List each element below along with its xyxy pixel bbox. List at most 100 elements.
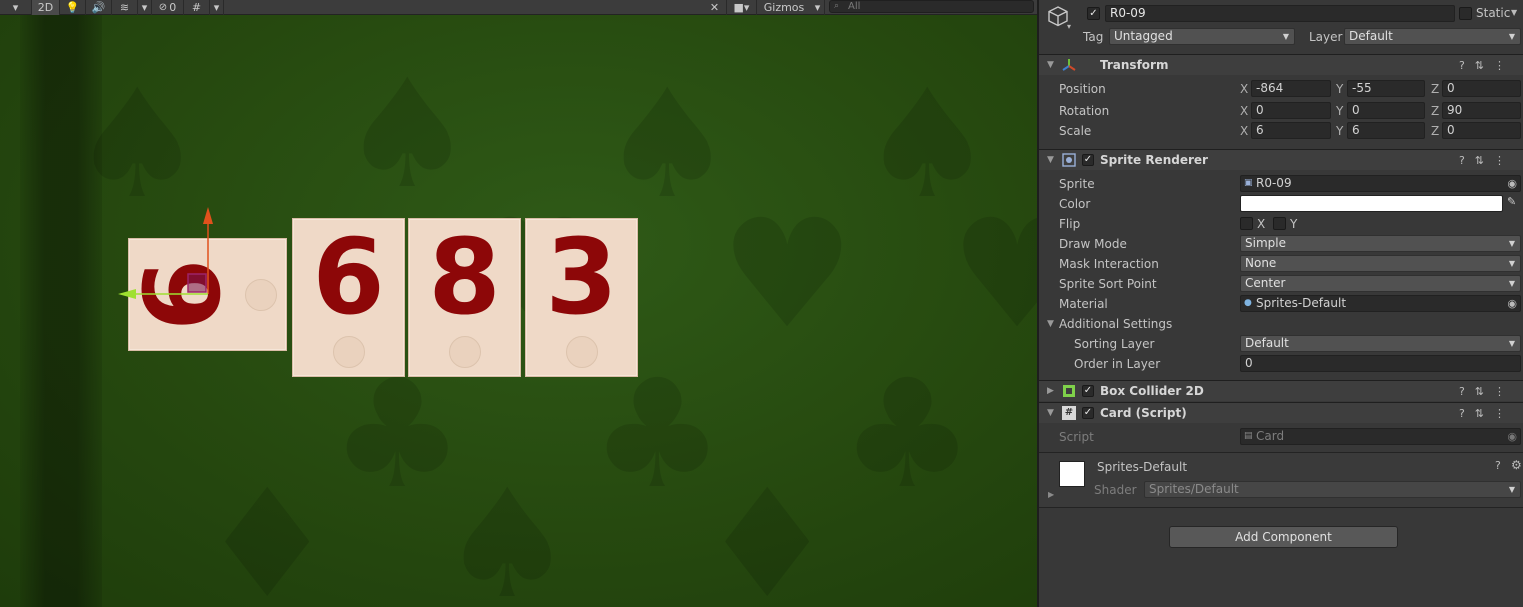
spade-pattern-icon: ♠ [70, 58, 205, 232]
move-gizmo[interactable] [110, 200, 220, 310]
card-dot [333, 336, 365, 368]
component-tools[interactable]: ?⇅⋮ [1459, 407, 1515, 420]
component-tools[interactable]: ?⇅⋮ [1459, 385, 1515, 398]
gizmos-label: Gizmos [763, 0, 805, 14]
foldout-arrow-icon[interactable]: ▼ [1047, 60, 1054, 70]
effects-icon[interactable]: ≋ [112, 0, 138, 15]
tag-label: Tag [1083, 30, 1104, 44]
static-checkbox[interactable] [1459, 7, 1472, 20]
audio-icon[interactable]: 🔊 [86, 0, 112, 15]
component-tools[interactable]: ?⇅⋮ [1459, 59, 1515, 72]
foldout-arrow-icon[interactable]: ▼ [1047, 155, 1054, 165]
rotation-y-field[interactable]: 0 [1347, 102, 1425, 119]
transform-header[interactable]: ▼ Transform ?⇅⋮ [1039, 54, 1523, 75]
component-tools[interactable]: ?⇅⋮ [1459, 154, 1515, 167]
script-file-icon: ▤ [1244, 431, 1253, 441]
card-sprite[interactable]: 3 [525, 218, 638, 377]
card-dot [566, 336, 598, 368]
object-active-checkbox[interactable]: ✓ [1087, 7, 1100, 20]
add-component-button[interactable]: Add Component [1169, 526, 1398, 548]
effects-dropdown-icon[interactable]: ▾ [138, 0, 152, 15]
foldout-arrow-icon[interactable]: ▶ [1047, 386, 1054, 396]
material-object-field[interactable]: ● Sprites-Default ◉ [1240, 295, 1521, 312]
mask-interaction-dropdown[interactable]: None [1240, 255, 1521, 272]
scene-search-input[interactable]: ⌕ All [829, 0, 1034, 13]
object-picker-icon[interactable]: ◉ [1507, 296, 1517, 311]
rotation-x-label: X [1240, 104, 1249, 118]
box-collider-enabled-checkbox[interactable]: ✓ [1082, 385, 1094, 397]
card-script-header[interactable]: ▼ # ✓ Card (Script) ?⇅⋮ [1039, 402, 1523, 423]
gizmo-x-arrow-icon[interactable] [118, 289, 136, 299]
foldout-arrow-icon[interactable]: ▼ [1047, 408, 1054, 418]
scale-x-label: X [1240, 124, 1249, 138]
shader-label: Shader [1094, 483, 1137, 497]
flip-x-label: X [1257, 217, 1266, 231]
gizmo-y-arrow-icon[interactable] [203, 207, 213, 224]
scene-toolbar: ▾ 2D 💡 🔊 ≋ ▾ ⊘ 0 # ▾ ✕ ■▾ Gizmos ▾ ⌕ All [0, 0, 1037, 15]
heart-pattern-icon: ♥ [950, 188, 1037, 362]
rotation-x-field[interactable]: 0 [1251, 102, 1331, 119]
camera-icon[interactable]: ■▾ [727, 0, 757, 15]
position-y-field[interactable]: -55 [1347, 80, 1425, 97]
card-sprite[interactable]: 6 [292, 218, 405, 377]
card-sprite[interactable]: 8 [408, 218, 521, 377]
shading-mode-dropdown[interactable]: ▾ [0, 0, 32, 15]
hidden-count: 0 [169, 0, 177, 14]
scale-x-field[interactable]: 6 [1251, 122, 1331, 139]
sprite-sort-point-dropdown[interactable]: Center [1240, 275, 1521, 292]
tools-icon[interactable]: ✕ [703, 0, 727, 15]
scale-label: Scale [1059, 124, 1092, 138]
grid-dropdown-icon[interactable]: ▾ [210, 0, 224, 15]
flip-y-checkbox[interactable] [1273, 217, 1286, 230]
scale-z-label: Z [1431, 124, 1440, 138]
material-settings-gear-icon[interactable]: ⚙ [1511, 458, 1522, 472]
material-preview-thumbnail [1059, 461, 1085, 487]
hidden-objects-toggle[interactable]: ⊘ 0 [152, 0, 184, 15]
additional-settings-foldout-icon[interactable]: ▼ [1047, 319, 1054, 329]
object-name-field[interactable]: R0-09 [1105, 5, 1455, 22]
order-in-layer-field[interactable]: 0 [1240, 355, 1521, 372]
sprite-object-field[interactable]: ▣ R0-09 ◉ [1240, 175, 1521, 192]
object-picker-icon: ◉ [1507, 430, 1517, 443]
order-in-layer-label: Order in Layer [1074, 357, 1161, 371]
sprite-renderer-header[interactable]: ▼ ✓ Sprite Renderer ?⇅⋮ [1039, 149, 1523, 170]
sprite-sort-point-label: Sprite Sort Point [1059, 277, 1157, 291]
sprite-renderer-title: Sprite Renderer [1100, 153, 1208, 167]
gizmos-dropdown-icon[interactable]: ▾ [811, 0, 825, 15]
object-picker-icon[interactable]: ◉ [1507, 176, 1517, 191]
static-label: Static [1476, 6, 1511, 20]
grid-icon[interactable]: # [184, 0, 210, 15]
flip-label: Flip [1059, 217, 1081, 231]
flip-y-label: Y [1290, 217, 1298, 231]
position-x-label: X [1240, 82, 1249, 96]
draw-mode-dropdown[interactable]: Simple [1240, 235, 1521, 252]
material-help-icon[interactable]: ? [1495, 459, 1501, 472]
sorting-layer-dropdown[interactable]: Default [1240, 335, 1521, 352]
lighting-icon[interactable]: 💡 [60, 0, 86, 15]
card-script-enabled-checkbox[interactable]: ✓ [1082, 407, 1094, 419]
eyedropper-icon[interactable]: ✎ [1507, 195, 1516, 208]
scene-view[interactable]: ▾ 2D 💡 🔊 ≋ ▾ ⊘ 0 # ▾ ✕ ■▾ Gizmos ▾ ⌕ All [0, 0, 1037, 607]
object-icon-dropdown[interactable]: ▾ [1067, 22, 1071, 31]
scale-y-field[interactable]: 6 [1347, 122, 1425, 139]
2d-mode-toggle[interactable]: 2D [32, 0, 60, 15]
scale-y-label: Y [1336, 124, 1344, 138]
gizmo-plane-handle[interactable] [187, 273, 207, 293]
heart-pattern-icon: ♥ [720, 188, 855, 362]
box-collider-header[interactable]: ▶ ✓ Box Collider 2D ?⇅⋮ [1039, 380, 1523, 401]
flip-x-checkbox[interactable] [1240, 217, 1253, 230]
color-swatch[interactable] [1240, 195, 1503, 212]
material-label: Material [1059, 297, 1108, 311]
position-x-field[interactable]: -864 [1251, 80, 1331, 97]
sprite-renderer-enabled-checkbox[interactable]: ✓ [1082, 154, 1094, 166]
scale-z-field[interactable]: 0 [1442, 122, 1521, 139]
position-z-field[interactable]: 0 [1442, 80, 1521, 97]
gizmos-button[interactable]: Gizmos [757, 0, 811, 15]
additional-settings-label[interactable]: Additional Settings [1059, 317, 1172, 331]
card-dot [449, 336, 481, 368]
tag-dropdown[interactable]: Untagged [1109, 28, 1295, 45]
layer-dropdown[interactable]: Default [1344, 28, 1521, 45]
static-dropdown-icon[interactable]: ▼ [1511, 8, 1517, 17]
rotation-z-field[interactable]: 90 [1442, 102, 1521, 119]
material-preview-foldout-icon[interactable]: ▶ [1048, 490, 1054, 499]
